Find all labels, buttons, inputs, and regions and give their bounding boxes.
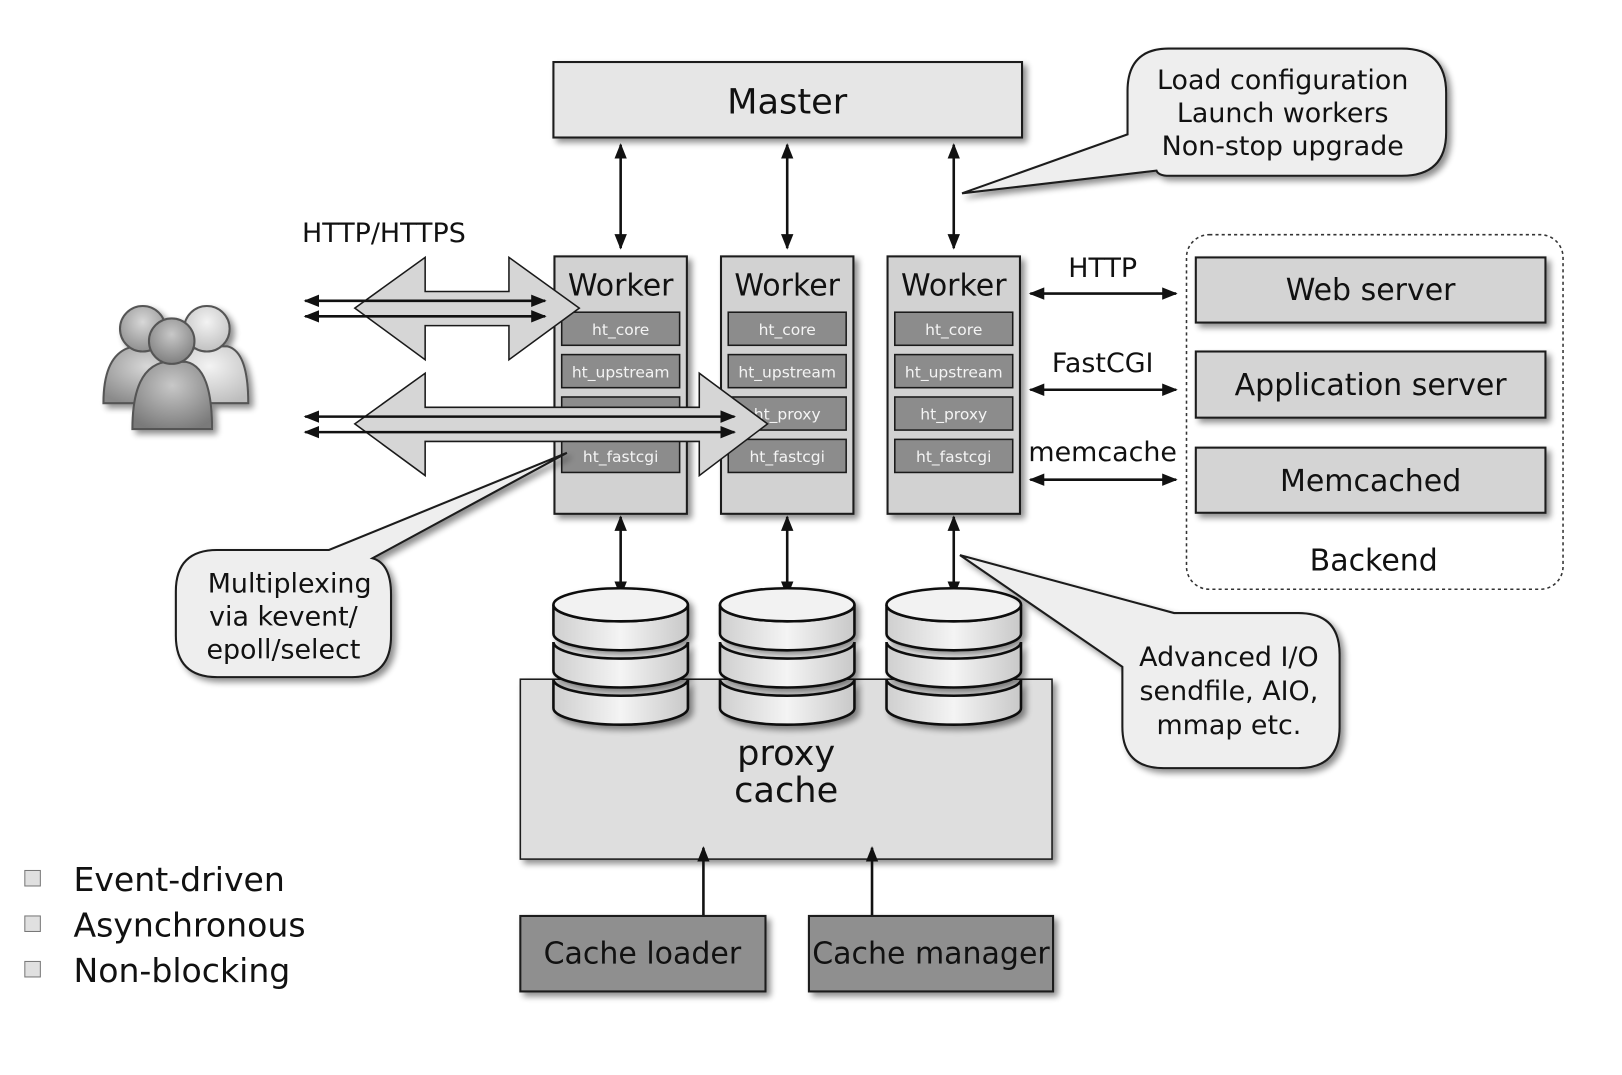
backend-protocol-connectors: HTTP FastCGI memcache (1028, 253, 1178, 486)
backend-application-server: Application server (1194, 350, 1547, 419)
database-cylinder-icon (885, 586, 1023, 726)
users-group-icon (102, 304, 250, 431)
multiplexing-callout-line-1: Multiplexing (208, 568, 372, 599)
multiplexing-callout: Multiplexing via kevent/ epoll/select (174, 451, 568, 679)
feature-label: Non-blocking (73, 951, 290, 990)
backend-group: Web server Application server Memcached … (1185, 233, 1564, 591)
cache-disks (552, 586, 1023, 726)
database-cylinder-icon (552, 586, 690, 726)
io-callout-line-1: Advanced I/O (1139, 642, 1318, 673)
feature-label: Event-driven (73, 860, 284, 899)
cache-manager-label: Cache manager (812, 937, 1050, 972)
nginx-architecture-diagram: Master Load configuration Launch workers… (0, 0, 1622, 1070)
worker-2-module-fastcgi: ht_fastcgi (749, 448, 824, 467)
worker-cache-connectors (614, 515, 960, 598)
worker-1-module-core: ht_core (592, 321, 649, 340)
worker-3: Worker ht_core ht_upstream ht_proxy ht_f… (886, 255, 1021, 515)
worker-3-module-fastcgi: ht_fastcgi (916, 448, 991, 467)
square-bullet-icon (24, 869, 41, 887)
protocol-label-http: HTTP (1068, 253, 1137, 284)
proxy-cache-label-line-2: cache (734, 770, 838, 811)
master-box: Master (552, 60, 1024, 139)
feature-item: Asynchronous (24, 906, 306, 945)
multiplexing-callout-line-2: via kevent/ (209, 601, 359, 632)
feature-item: Non-blocking (24, 951, 290, 990)
workers-group: Worker ht_core ht_upstream ht_proxy ht_f… (553, 255, 1021, 515)
backend-memcached-label: Memcached (1280, 464, 1461, 499)
worker-3-module-upstream: ht_upstream (905, 363, 1003, 382)
worker-1: Worker ht_core ht_upstream ht_proxy ht_f… (553, 255, 688, 515)
cache-loader-box: Cache loader (519, 914, 767, 993)
feature-list: Event-driven Asynchronous Non-blocking (24, 860, 306, 990)
database-cylinder-icon (718, 586, 856, 726)
master-callout-line-1: Load configuration (1157, 65, 1408, 96)
disk-top (718, 586, 856, 623)
worker-2-label: Worker (734, 269, 840, 304)
client-connection-arrow-2 (303, 371, 769, 478)
square-bullet-icon (24, 915, 41, 932)
client-protocol-label: HTTP/HTTPS (302, 218, 466, 249)
worker-2-module-upstream: ht_upstream (738, 363, 836, 382)
backend-web-server: Web server (1194, 256, 1547, 324)
cache-manager-box: Cache manager (807, 914, 1055, 993)
worker-1-module-upstream: ht_upstream (572, 363, 670, 382)
worker-2-module-core: ht_core (759, 321, 816, 340)
worker-1-label: Worker (568, 269, 674, 304)
diagram-canvas: Master Load configuration Launch workers… (24, 47, 1564, 993)
backend-memcached: Memcached (1194, 446, 1547, 514)
backend-web-server-label: Web server (1286, 273, 1456, 308)
master-callout-line-2: Launch workers (1177, 98, 1389, 129)
cache-loader-label: Cache loader (544, 937, 742, 972)
worker-1-module-fastcgi: ht_fastcgi (583, 448, 658, 467)
master-callout: Load configuration Launch workers Non-st… (961, 47, 1448, 195)
master-worker-connectors (614, 143, 960, 250)
proxy-cache-label-line-1: proxy (737, 733, 835, 774)
protocol-label-fastcgi: FastCGI (1052, 348, 1154, 379)
backend-application-server-label: Application server (1235, 368, 1508, 403)
worker-2: Worker ht_core ht_upstream ht_proxy ht_f… (719, 255, 855, 515)
protocol-label-memcache: memcache (1028, 437, 1177, 468)
disk-top (552, 586, 690, 623)
square-bullet-icon (24, 960, 41, 978)
worker-3-module-proxy: ht_proxy (920, 406, 987, 425)
disk-top (885, 586, 1023, 623)
master-label: Master (727, 82, 848, 123)
worker-3-module-core: ht_core (925, 321, 982, 340)
backend-label: Backend (1310, 544, 1438, 579)
io-callout-line-3: mmap etc. (1156, 710, 1301, 741)
feature-item: Event-driven (24, 860, 285, 899)
worker-3-label: Worker (901, 269, 1007, 304)
feature-label: Asynchronous (73, 906, 305, 945)
master-callout-line-3: Non-stop upgrade (1162, 131, 1404, 162)
io-callout-line-2: sendfile, AIO, (1140, 676, 1319, 707)
client-connection-arrow-1 (303, 255, 581, 362)
multiplexing-callout-line-3: epoll/select (206, 635, 360, 666)
